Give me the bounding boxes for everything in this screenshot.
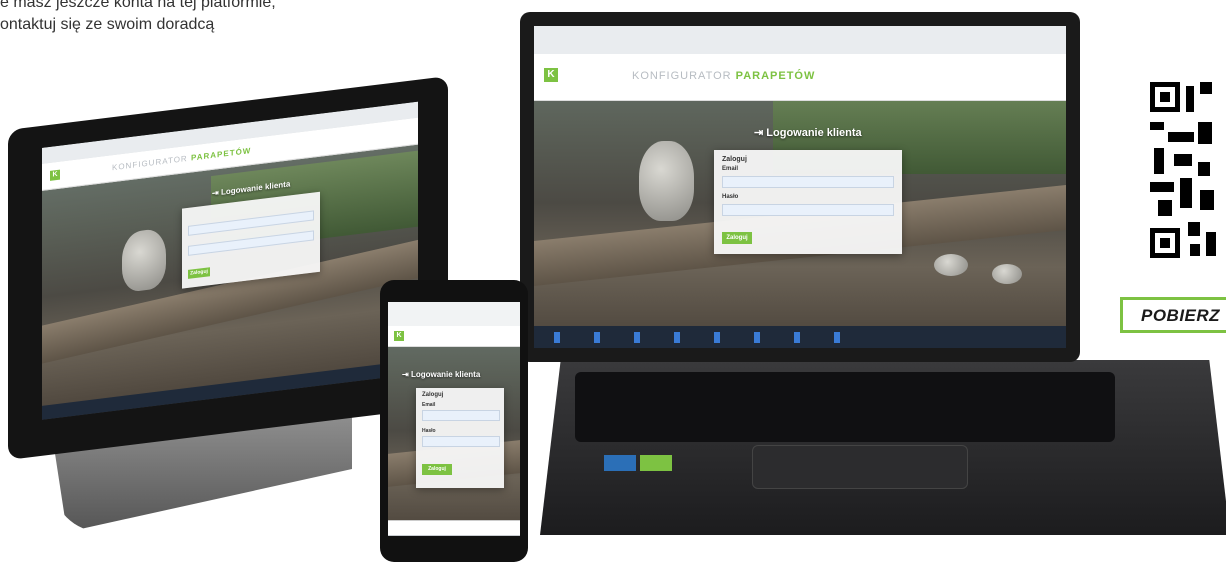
phone-screen: K ⇥ Logowanie klienta Zaloguj Email Hasł… <box>388 302 520 536</box>
tablet-brand-logo[interactable]: K <box>50 169 60 181</box>
laptop-keyboard <box>575 372 1115 442</box>
email-label: Email <box>722 166 739 172</box>
laptop-touchpad <box>752 445 968 489</box>
panel-heading: Zaloguj <box>722 156 747 163</box>
password-field[interactable] <box>722 204 894 216</box>
qr-code[interactable] <box>1150 82 1226 258</box>
intro-line-1: e masz jeszcze konta na tej platformie, <box>0 0 276 11</box>
laptop-device: K KONFIGURATOR PARAPETÓW ⇥ Logowanie kli… <box>520 12 1080 362</box>
phone-password-field[interactable] <box>422 436 500 447</box>
phone-login-heading: ⇥ Logowanie klienta <box>402 370 481 379</box>
phone-login-panel: Zaloguj Email Hasło Zaloguj <box>416 388 504 488</box>
password-label: Hasło <box>722 194 739 200</box>
tablet-screen: K KONFIGURATOR PARAPETÓW ⇥ Logowanie kli… <box>42 101 418 420</box>
login-heading: ⇥ Logowanie klienta <box>754 127 862 139</box>
download-button[interactable]: POBIERZ <box>1120 297 1226 333</box>
phone-email-field[interactable] <box>422 410 500 421</box>
tablet-password-field[interactable] <box>188 230 314 256</box>
phone-login-button[interactable]: Zaloguj <box>422 464 452 475</box>
browser-chrome <box>534 26 1066 55</box>
tablet-login-panel: Zaloguj <box>182 191 320 289</box>
phone-brand-logo[interactable]: K <box>394 331 404 341</box>
brand-logo[interactable]: K <box>544 68 558 82</box>
phone-email-label: Email <box>422 402 436 408</box>
download-label: POBIERZ <box>1141 306 1221 325</box>
phone-app-header: K <box>388 326 520 347</box>
phone-browser-chrome <box>388 302 520 327</box>
intro-line-2: ontaktuj się ze swoim doradcą <box>0 16 215 33</box>
login-panel: Zaloguj Email Hasło Zaloguj <box>714 150 902 254</box>
login-button[interactable]: Zaloguj <box>722 232 752 244</box>
laptop-screen: K KONFIGURATOR PARAPETÓW ⇥ Logowanie kli… <box>534 26 1066 348</box>
phone-nav-bar <box>388 520 520 536</box>
laptop-stickers <box>604 455 674 473</box>
app-header: K KONFIGURATOR PARAPETÓW <box>534 54 1066 101</box>
phone-panel-heading: Zaloguj <box>422 392 444 398</box>
phone-device: K ⇥ Logowanie klienta Zaloguj Email Hasł… <box>380 280 528 562</box>
phone-password-label: Hasło <box>422 428 436 434</box>
windows-taskbar <box>534 326 1066 348</box>
tablet-login-button[interactable]: Zaloguj <box>188 267 210 279</box>
email-field[interactable] <box>722 176 894 188</box>
app-title: KONFIGURATOR PARAPETÓW <box>632 70 816 82</box>
